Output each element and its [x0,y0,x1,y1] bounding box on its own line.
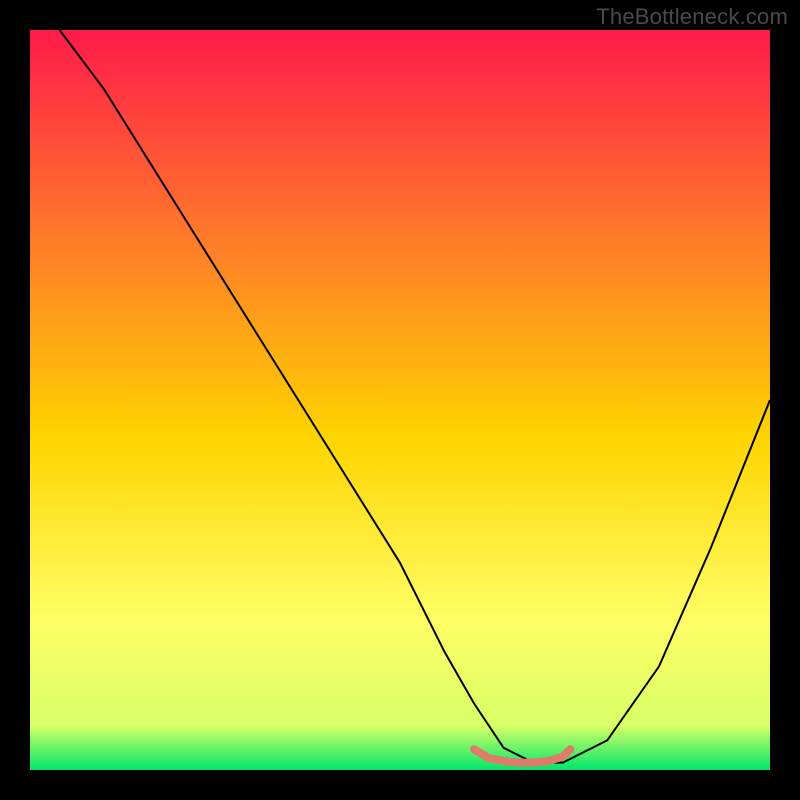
chart-plot-area [30,30,770,770]
watermark-text: TheBottleneck.com [596,4,788,30]
bottleneck-chart [30,30,770,770]
chart-background [30,30,770,770]
